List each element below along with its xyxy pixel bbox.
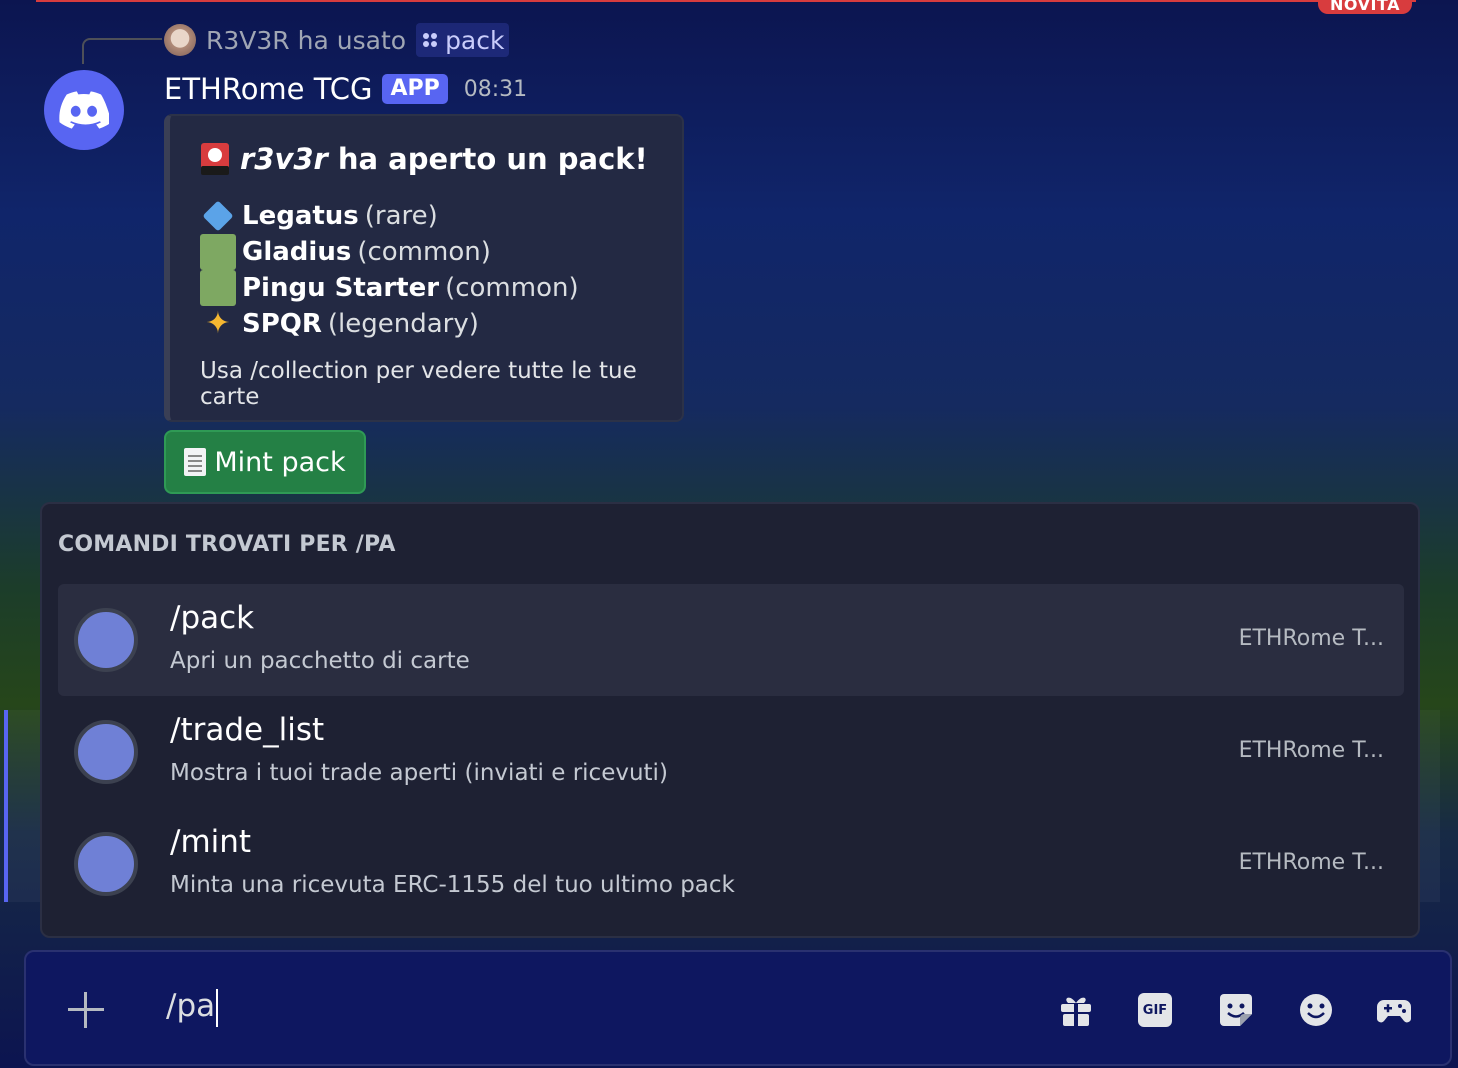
command-description: Apri un pacchetto di carte — [170, 648, 470, 674]
command-app-avatar — [74, 720, 138, 784]
command-app-name: ETHRome T... — [1238, 738, 1384, 763]
command-app-name: ETHRome T... — [1238, 626, 1384, 651]
card-row: Gladius (common) — [200, 234, 491, 270]
green-square-icon — [200, 234, 236, 270]
card-rarity: (common) — [445, 273, 579, 303]
command-app-avatar — [74, 608, 138, 672]
card-row: ✦ SPQR (legendary) — [200, 306, 479, 342]
card-name: SPQR — [242, 309, 322, 339]
card-name: Legatus — [242, 201, 359, 231]
new-messages-divider — [36, 0, 1416, 2]
app-command-icon — [423, 33, 438, 47]
blue-diamond-icon — [200, 198, 236, 234]
message-highlight-accent — [4, 710, 8, 902]
add-attachment-button[interactable] — [66, 990, 106, 1030]
mint-pack-button[interactable]: Mint pack — [164, 430, 366, 494]
pack-embed: r3v3r ha aperto un pack! Legatus (rare) … — [164, 114, 684, 422]
card-name: Gladius — [242, 237, 352, 267]
command-option-mint[interactable]: /mint Minta una ricevuta ERC-1155 del tu… — [58, 808, 1404, 920]
card-rarity: (common) — [357, 237, 491, 267]
command-app-avatar — [74, 832, 138, 896]
slash-command-name: pack — [445, 25, 505, 55]
new-badge: NOVITÀ — [1318, 0, 1412, 14]
command-autocomplete: COMANDI TROVATI PER /PA /pack Apri un pa… — [40, 502, 1420, 938]
reply-action-text: ha usato — [297, 25, 407, 55]
card-rarity: (rare) — [364, 201, 438, 231]
reply-user-avatar[interactable] — [164, 24, 196, 56]
command-name: /trade_list — [170, 712, 325, 748]
text-caret — [216, 988, 219, 1027]
command-option-trade-list[interactable]: /trade_list Mostra i tuoi trade aperti (… — [58, 696, 1404, 808]
card-name: Pingu Starter — [242, 273, 440, 303]
reply-connector — [82, 38, 162, 64]
embed-footer: Usa /collection per vedere tutte le tue … — [200, 358, 637, 410]
green-square-icon — [200, 270, 236, 306]
command-description: Mostra i tuoi trade aperti (inviati e ri… — [170, 760, 668, 786]
bot-avatar[interactable] — [44, 70, 124, 150]
gamepad-icon[interactable] — [1376, 992, 1412, 1028]
embed-title: r3v3r ha aperto un pack! — [200, 142, 648, 176]
reply-reference[interactable]: R3V3R ha usato pack — [164, 22, 510, 58]
message-composer: /pa GIF — [24, 950, 1452, 1066]
message-input[interactable]: /pa — [166, 988, 219, 1027]
gift-icon[interactable] — [1058, 992, 1094, 1028]
gif-label: GIF — [1142, 1002, 1168, 1018]
command-option-pack[interactable]: /pack Apri un pacchetto di carte ETHRome… — [58, 584, 1404, 696]
command-name: /mint — [170, 824, 252, 860]
embed-title-user: r3v3r — [240, 142, 328, 176]
autocomplete-title: COMANDI TROVATI PER /PA — [58, 532, 396, 557]
reply-username[interactable]: R3V3R — [206, 26, 290, 55]
gif-button[interactable]: GIF — [1138, 993, 1172, 1027]
trading-card-icon — [201, 143, 229, 175]
sparkles-icon: ✦ — [205, 306, 231, 341]
discord-logo-icon — [59, 91, 109, 129]
card-rarity: (legendary) — [327, 309, 479, 339]
card-row: Legatus (rare) — [200, 198, 438, 234]
bot-name[interactable]: ETHRome TCG — [164, 72, 372, 106]
mint-pack-label: Mint pack — [214, 446, 346, 478]
card-row: Pingu Starter (common) — [200, 270, 579, 306]
app-badge: APP — [382, 74, 448, 104]
sticker-icon[interactable] — [1218, 992, 1254, 1028]
command-name: /pack — [170, 600, 255, 636]
message-header: ETHRome TCG APP 08:31 — [164, 70, 527, 108]
message-input-text: /pa — [166, 988, 216, 1024]
slash-command-chip[interactable]: pack — [416, 23, 510, 57]
message-timestamp[interactable]: 08:31 — [464, 77, 527, 102]
receipt-icon — [184, 448, 207, 476]
command-description: Minta una ricevuta ERC-1155 del tuo ulti… — [170, 872, 735, 898]
emoji-icon[interactable] — [1298, 992, 1334, 1028]
command-app-name: ETHRome T... — [1238, 850, 1384, 875]
embed-title-text: ha aperto un pack! — [337, 142, 648, 176]
